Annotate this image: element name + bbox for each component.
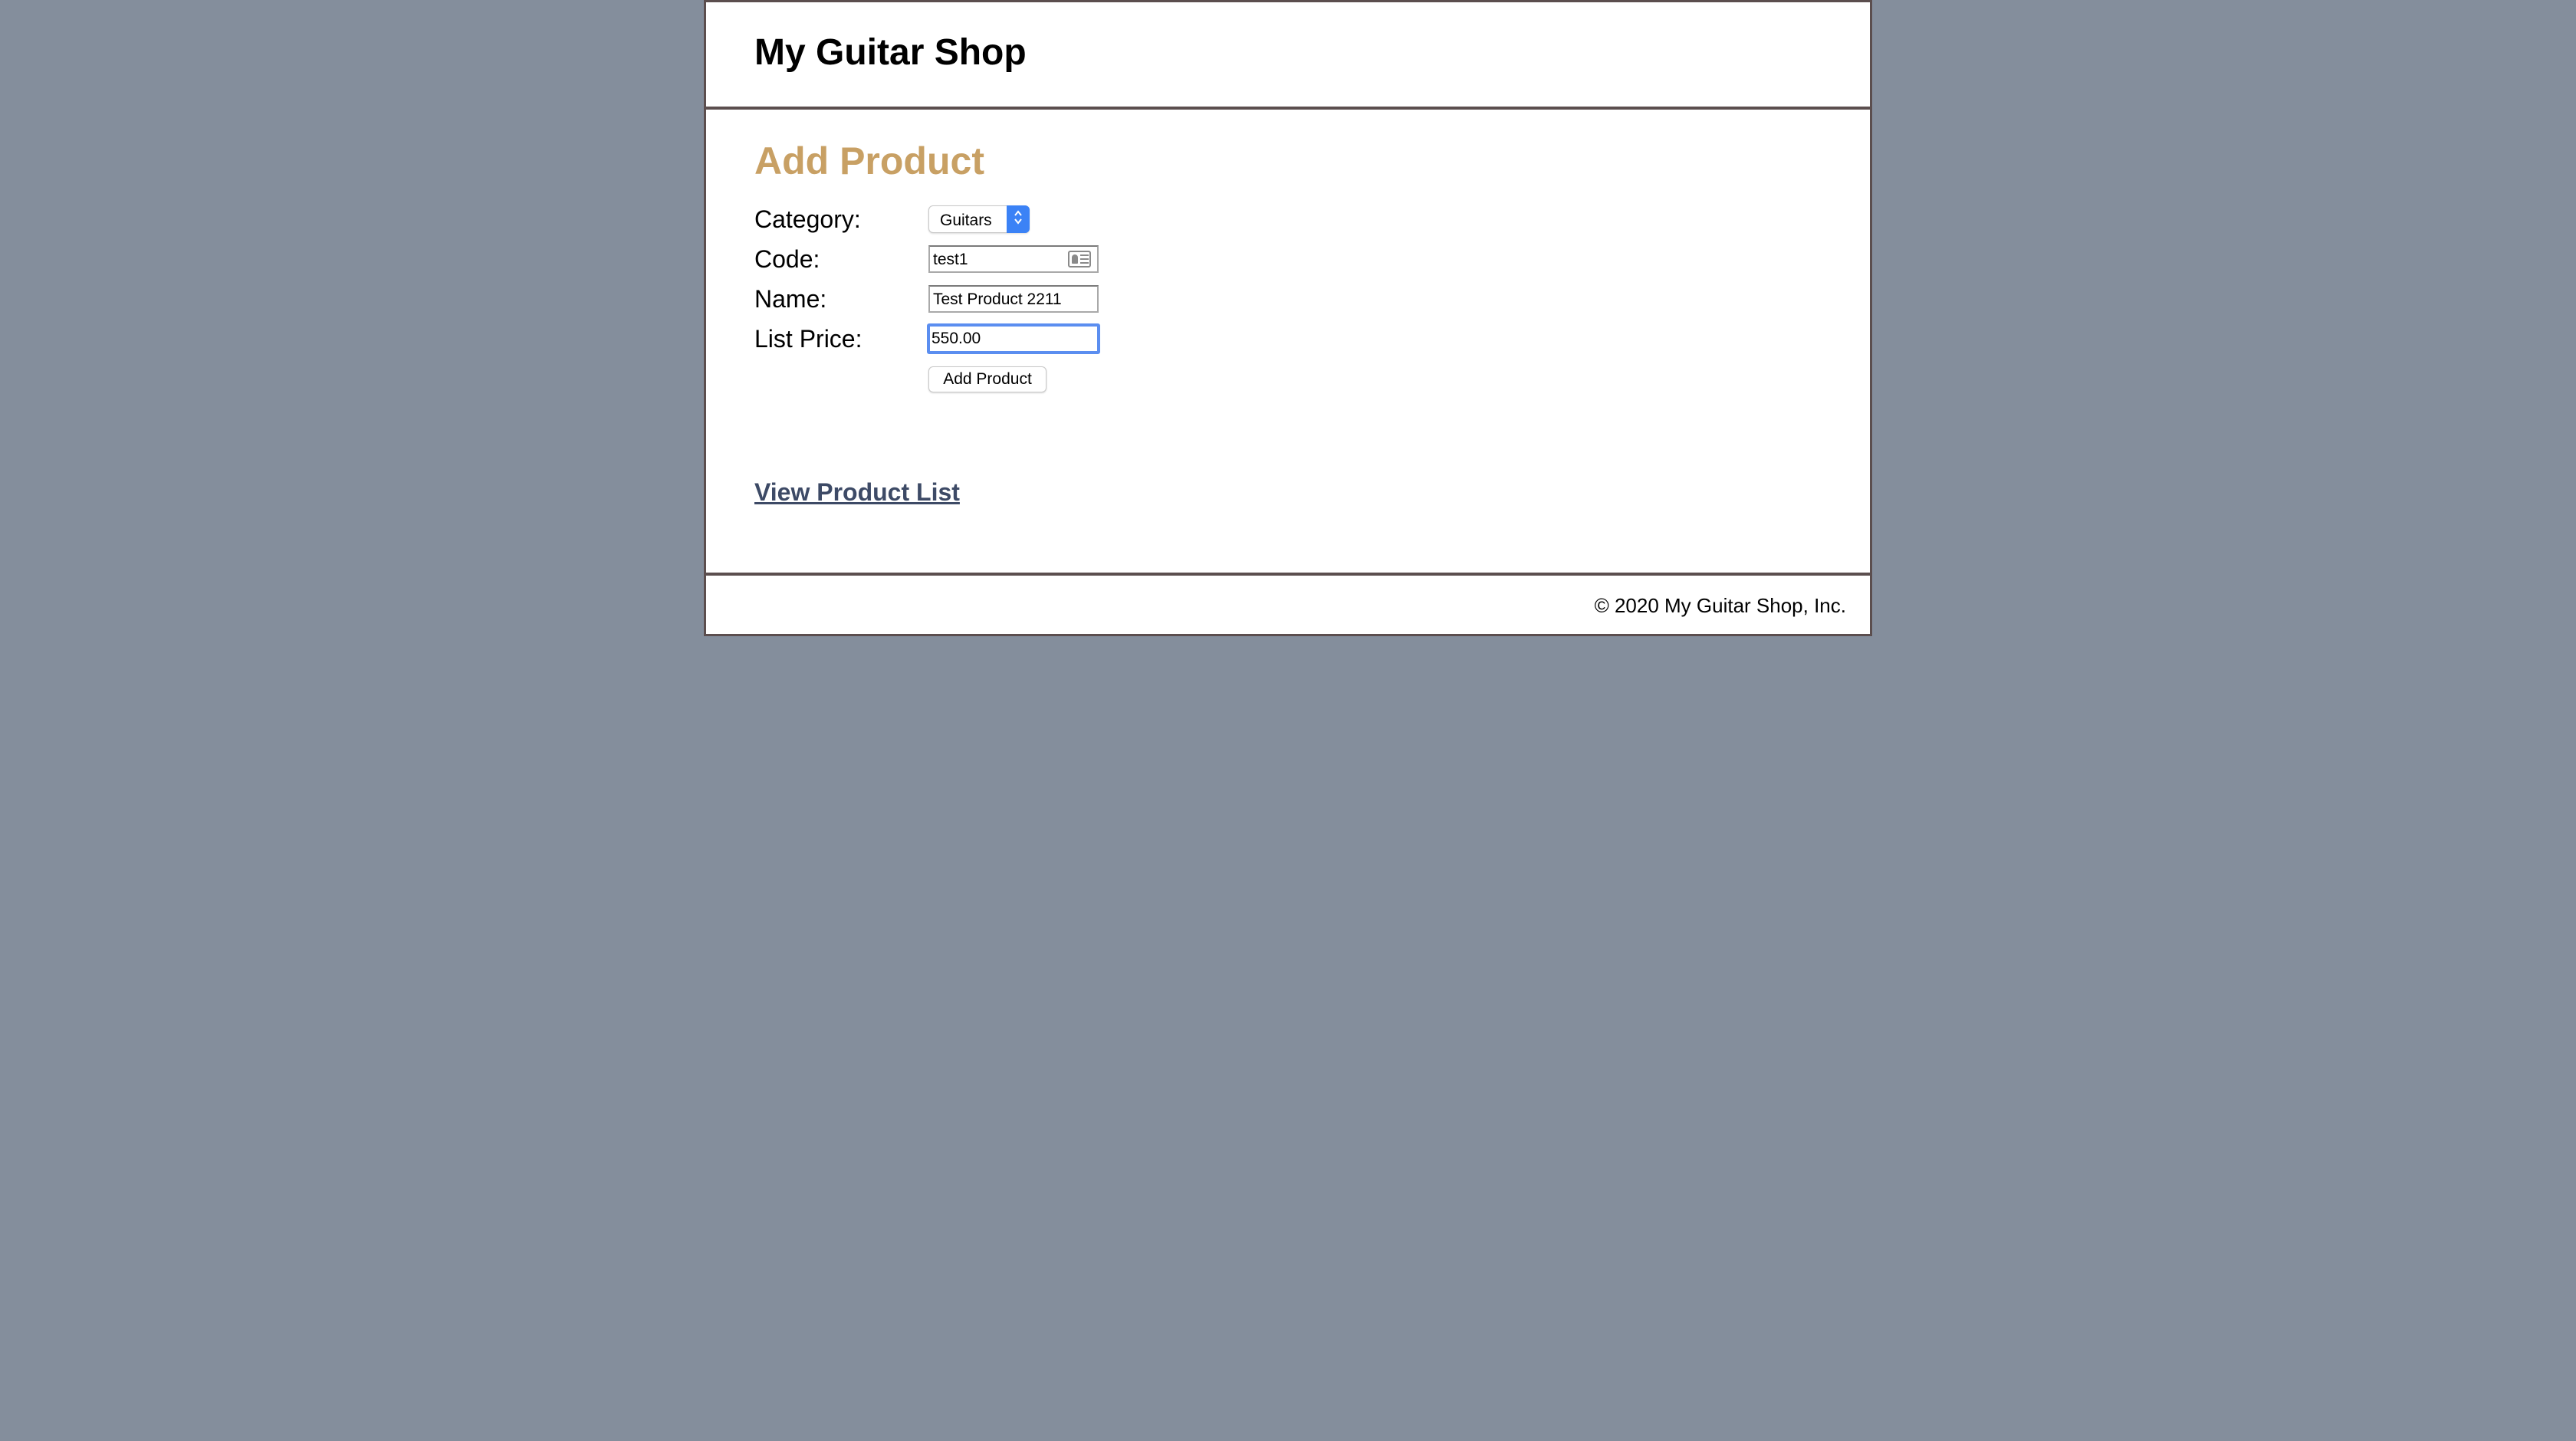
code-label: Code:	[754, 245, 820, 273]
chevron-up-down-glyph	[1014, 210, 1022, 225]
category-select[interactable]: Guitars	[928, 205, 1030, 233]
name-label: Name:	[754, 285, 827, 313]
page-title: Add Product	[754, 140, 984, 182]
site-header: My Guitar Shop	[706, 2, 1870, 110]
site-title: My Guitar Shop	[754, 32, 1027, 73]
category-label: Category:	[754, 205, 861, 233]
add-product-button[interactable]: Add Product	[928, 366, 1046, 392]
page-container: My Guitar Shop Add Product Category: Gui…	[704, 0, 1872, 636]
category-select-value: Guitars	[940, 212, 992, 229]
list-price-label: List Price:	[754, 325, 863, 353]
chevron-up-down-icon	[1007, 205, 1030, 233]
copyright-text: © 2020 My Guitar Shop, Inc.	[1594, 594, 1846, 617]
name-input[interactable]	[928, 285, 1099, 313]
list-price-input[interactable]	[927, 323, 1100, 354]
view-product-list-link[interactable]: View Product List	[754, 478, 960, 507]
main-content: Add Product Category: Guitars Code: test…	[706, 110, 1870, 573]
site-footer: © 2020 My Guitar Shop, Inc.	[706, 573, 1870, 636]
contact-card-icon[interactable]	[1068, 251, 1091, 268]
